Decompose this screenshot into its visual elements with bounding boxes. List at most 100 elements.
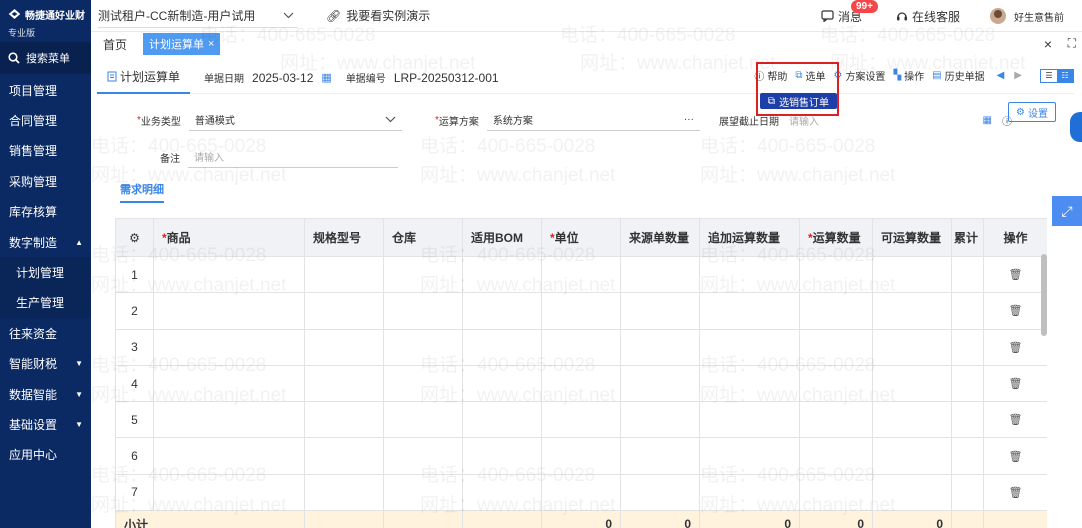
brand-edition: 专业版 — [8, 28, 36, 38]
sidebar-item-funds[interactable]: 往来资金 — [0, 318, 91, 348]
top-bar: 测试租户-CC新制造-用户试用 🔗︎ 我要看实例演示 消息 99+ 在线客服 好… — [91, 0, 1082, 32]
doc-number-value[interactable]: LRP-20250312-001 — [394, 71, 499, 85]
sidebar-item-project[interactable]: 项目管理 — [0, 75, 91, 105]
fullscreen-icon[interactable]: ⛶ — [1068, 36, 1076, 51]
gear-icon: ⚙ — [129, 230, 140, 245]
column-header: *单位 — [541, 218, 621, 257]
sidebar-item-data-intelligence[interactable]: 数据智能 ▼ — [0, 379, 91, 409]
subtotal-source-qty: 0 — [541, 510, 621, 528]
side-menu: 项目管理 合同管理 销售管理 采购管理 库存核算 数字制造 ▲ 计划管理 生产管理… — [0, 75, 91, 470]
message-icon — [821, 10, 834, 22]
table-row: 6 🗑︎ — [115, 437, 1047, 475]
delete-row-icon[interactable]: 🗑︎ — [983, 292, 1047, 330]
calendar-icon[interactable]: ▦ — [321, 71, 331, 84]
sidebar-item-finance-tax[interactable]: 智能财税 ▼ — [0, 349, 91, 379]
list-view-icon[interactable]: ☰ — [1041, 70, 1057, 82]
tenant-name: 测试租户-CC新制造-用户试用 — [98, 8, 256, 23]
doc-date-field: 单据日期 2025-03-12 ▦ — [204, 70, 332, 86]
close-icon[interactable]: × — [208, 38, 214, 50]
doc-number-field: 单据编号 LRP-20250312-001 — [345, 70, 499, 86]
remark-field: 备注 请输入 — [160, 146, 398, 168]
biz-type-select[interactable]: 普通模式 — [188, 109, 402, 131]
scheme-settings-button[interactable]: ⚙ 方案设置 — [833, 68, 885, 83]
calendar-icon[interactable]: ▦ — [983, 115, 992, 126]
link-icon: 🔗︎ — [326, 8, 342, 23]
biz-type-field: * 业务类型 普通模式 — [137, 109, 402, 131]
doc-date-value[interactable]: 2025-03-12 — [252, 71, 313, 85]
operate-button[interactable]: ▚ 操作 — [893, 68, 924, 83]
online-service-button[interactable]: 在线客服 — [896, 8, 960, 25]
table-row: 4 🗑︎ — [115, 364, 1047, 403]
document-icon — [107, 71, 117, 82]
table-row: 5 🗑︎ — [115, 401, 1047, 439]
headset-icon — [896, 12, 907, 21]
table-row: 2 🗑︎ — [115, 292, 1047, 330]
horizon-date-field: 展望截止日期 请输入 ▦ ⓘ — [719, 109, 1012, 131]
column-header: 适用BOM — [462, 218, 542, 257]
more-icon[interactable]: ··· — [684, 114, 694, 125]
subtotal-avail-qty: 0 — [799, 510, 873, 528]
sidebar-item-app-center[interactable]: 应用中心 — [0, 440, 91, 470]
tab-demand-details[interactable]: 需求明细 — [120, 181, 164, 203]
search-icon — [8, 52, 20, 64]
watermark: 网址：www.chanjet.net — [420, 165, 616, 186]
sidebar-item-production-management[interactable]: 生产管理 — [0, 287, 91, 319]
tab-plan-calc[interactable]: 计划运算单 × — [143, 33, 221, 55]
sidebar-item-sales[interactable]: 销售管理 — [0, 136, 91, 166]
watermark: 电话：400-665-0028 — [700, 136, 876, 157]
close-all-tabs-icon[interactable]: × — [1044, 36, 1052, 52]
user-menu[interactable]: 好生意售前 — [990, 8, 1064, 24]
sidebar-item-inventory[interactable]: 库存核算 — [0, 197, 91, 227]
demo-link[interactable]: 🔗︎ 我要看实例演示 — [326, 7, 430, 24]
demand-table: ⚙ *商品 规格型号 仓库 适用BOM *单位 来源单数量 追加运算数量 *运算… — [115, 218, 1047, 528]
expand-icon: ⤢ — [1061, 202, 1073, 219]
column-header: 规格型号 — [304, 218, 384, 257]
next-arrow-icon[interactable]: ▶ — [1014, 70, 1022, 81]
caret-up-icon: ▲ — [75, 237, 83, 247]
sidebar-item-basic-settings[interactable]: 基础设置 ▼ — [0, 409, 91, 439]
sidebar-item-digital-manufacturing[interactable]: 数字制造 ▲ — [0, 227, 91, 257]
subtotal-cumulative: 0 — [872, 510, 952, 528]
assistant-float-tab[interactable] — [1070, 112, 1082, 142]
history-docs-button[interactable]: ▤ 历史单据 — [932, 68, 984, 83]
column-header: 追加运算数量 — [699, 218, 800, 257]
delete-row-icon[interactable]: 🗑︎ — [983, 473, 1047, 512]
table-row: 1 🗑︎ — [115, 255, 1047, 294]
column-settings[interactable]: ⚙ — [115, 218, 154, 257]
menu-search[interactable]: 搜索菜单 — [0, 42, 91, 74]
gear-icon: ⚙ — [1016, 106, 1025, 118]
sidebar-item-plan-management[interactable]: 计划管理 — [0, 257, 91, 288]
remark-input[interactable]: 请输入 — [188, 146, 398, 168]
delete-row-icon[interactable]: 🗑︎ — [983, 401, 1047, 439]
caret-down-icon: ▼ — [75, 419, 83, 429]
prev-arrow-icon[interactable]: ◀ — [997, 70, 1005, 81]
doc-tab[interactable]: 计划运算单 — [97, 62, 191, 94]
sidebar-item-contract[interactable]: 合同管理 — [0, 105, 91, 135]
settings-button[interactable]: ⚙ 设置 — [1008, 102, 1056, 122]
sidebar-item-purchase[interactable]: 采购管理 — [0, 166, 91, 196]
expand-float-button[interactable]: ⤢ — [1052, 196, 1082, 226]
select-icon: ⧉ — [767, 95, 776, 107]
tab-home[interactable]: 首页 — [103, 36, 127, 53]
view-switch: ☰ ☷ — [1040, 68, 1074, 83]
doc-toolbar: 计划运算单 单据日期 2025-03-12 ▦ 单据编号 LRP-2025031… — [97, 62, 1074, 94]
delete-row-icon[interactable]: 🗑︎ — [983, 437, 1047, 475]
calc-scheme-select[interactable]: 系统方案 ··· — [486, 109, 700, 131]
card-view-icon[interactable]: ☷ — [1057, 69, 1073, 82]
table-row: 3 🗑︎ — [115, 328, 1047, 366]
delete-row-icon[interactable]: 🗑︎ — [983, 328, 1047, 366]
tenant-selector[interactable]: 测试租户-CC新制造-用户试用 — [98, 4, 298, 28]
messages-button[interactable]: 消息 99+ — [821, 0, 878, 25]
delete-row-icon[interactable]: 🗑︎ — [983, 255, 1047, 294]
column-header: 可运算数量 — [872, 218, 952, 257]
chevron-down-icon — [385, 116, 396, 123]
subtotal-calc-qty: 0 — [699, 510, 800, 528]
horizon-date-input[interactable]: 请输入 ▦ — [783, 109, 998, 131]
table-scrollbar[interactable] — [1041, 254, 1047, 336]
column-header: 操作 — [983, 218, 1047, 257]
column-header: 来源单数量 — [620, 218, 700, 257]
calc-scheme-field: * 运算方案 系统方案 ··· — [435, 109, 700, 131]
pick-sales-order-button[interactable]: ⧉ 选销售订单 — [760, 93, 837, 109]
sidebar: 畅捷通好业财 专业版 搜索菜单 项目管理 合同管理 销售管理 采购管理 库存核算… — [0, 0, 91, 528]
delete-row-icon[interactable]: 🗑︎ — [983, 364, 1047, 403]
